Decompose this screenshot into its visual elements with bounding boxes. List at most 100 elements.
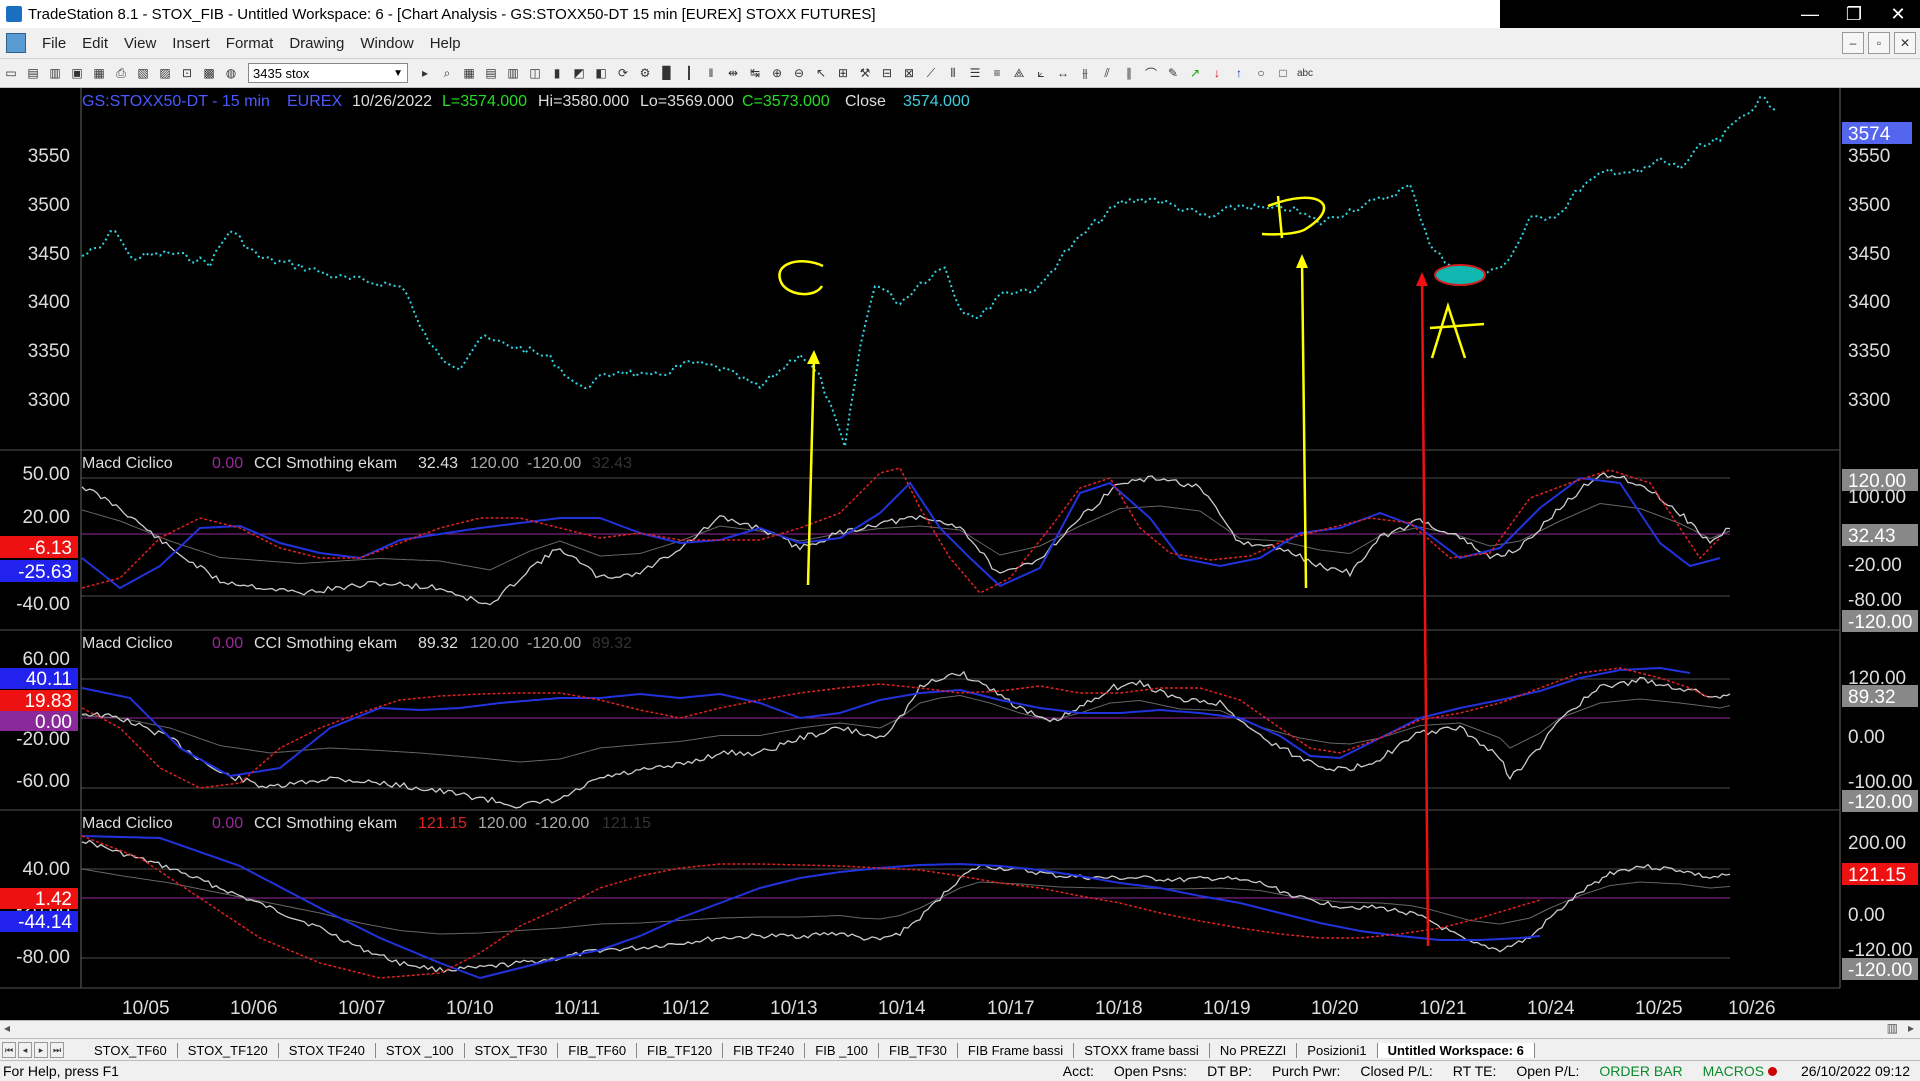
menu-help[interactable]: Help	[422, 35, 469, 52]
chart-analysis[interactable]: GS:STOXX50-DT - 15 min EUREX 10/26/2022 …	[0, 88, 1920, 1020]
bars-icon[interactable]: ┃	[680, 64, 698, 82]
chart-icon[interactable]: ◫	[526, 64, 544, 82]
close-button[interactable]: ✕	[1876, 0, 1920, 28]
mdi-restore-button[interactable]: ▫	[1868, 32, 1890, 54]
tab-stox-tf30[interactable]: STOX_TF30	[465, 1042, 559, 1058]
symbol-lookup-icon[interactable]: ⌕	[438, 64, 456, 82]
move-right-icon[interactable]: ↹	[746, 64, 764, 82]
pen-icon[interactable]: ✎	[1164, 64, 1182, 82]
menu-insert[interactable]: Insert	[164, 35, 218, 52]
scan-icon[interactable]: ◩	[570, 64, 588, 82]
tab-fib-tf120[interactable]: FIB_TF120	[637, 1042, 724, 1058]
arc-icon[interactable]: ⌒	[1142, 64, 1160, 82]
parallel-icon[interactable]: ∥	[1120, 64, 1138, 82]
tab-prev-icon[interactable]: ◂	[18, 1042, 32, 1058]
mdi-minimize-button[interactable]: –	[1842, 32, 1864, 54]
text-icon[interactable]: abc	[1296, 64, 1314, 82]
menu-format[interactable]: Format	[218, 35, 282, 52]
tab-last-icon[interactable]: ⏭	[50, 1042, 64, 1058]
tab-first-icon[interactable]: ⏮	[2, 1042, 16, 1058]
maximize-button[interactable]: ❐	[1832, 0, 1876, 28]
rectangle-icon[interactable]: □	[1274, 64, 1292, 82]
arrow-up-blue-icon[interactable]: ↑	[1230, 64, 1248, 82]
spreadsheet-icon[interactable]: ▥	[504, 64, 522, 82]
bar-chart-icon[interactable]: ▮	[548, 64, 566, 82]
globe-icon[interactable]: ◍	[222, 64, 240, 82]
tab-fib-frame-bassi[interactable]: FIB Frame bassi	[958, 1042, 1075, 1058]
print-icon[interactable]: ⎙	[112, 64, 130, 82]
tab-stox-tf120[interactable]: STOX_TF120	[178, 1042, 279, 1058]
menu-file[interactable]: File	[34, 35, 74, 52]
play-icon[interactable]: ▸	[416, 64, 434, 82]
toolbar: ▭ ▤ ▥ ▣ ▦ ⎙ ▧ ▨ ⊡ ▩ ◍ 3435 stox ▼ ▸ ⌕ ▦ …	[0, 59, 1920, 88]
copy-icon[interactable]: ▩	[200, 64, 218, 82]
print-preview-icon[interactable]: ▧	[134, 64, 152, 82]
status-acct: Acct:	[1062, 1063, 1094, 1079]
tab-stox-tf240[interactable]: STOX TF240	[279, 1042, 376, 1058]
indicator-value: 0.00	[212, 815, 243, 832]
arrow-line-icon[interactable]: ↔	[1054, 64, 1072, 82]
menu-edit[interactable]: Edit	[74, 35, 116, 52]
arrow-down-red-icon[interactable]: ↓	[1208, 64, 1226, 82]
table-icon[interactable]: ▤	[482, 64, 500, 82]
gann-icon[interactable]: ⟀	[1032, 64, 1050, 82]
tab-stox-100[interactable]: STOX _100	[376, 1042, 465, 1058]
trendline-icon[interactable]: ⟋	[922, 64, 940, 82]
tab-stox-tf60[interactable]: STOX_TF60	[84, 1042, 178, 1058]
zoom-out-icon[interactable]: ⊖	[790, 64, 808, 82]
tab-untitled-workspace-6[interactable]: Untitled Workspace: 6	[1377, 1042, 1535, 1058]
right-tick: 100.00	[1848, 487, 1906, 508]
tab-next-icon[interactable]: ▸	[34, 1042, 48, 1058]
tab-fib-100[interactable]: FIB _100	[805, 1042, 880, 1058]
pointer-icon[interactable]: ↖	[812, 64, 830, 82]
candle-icon[interactable]: ▉	[658, 64, 676, 82]
chevron-down-icon[interactable]: ▼	[393, 68, 407, 79]
channel-icon[interactable]: ≡	[988, 64, 1006, 82]
regression-icon[interactable]: ⫽	[1098, 64, 1116, 82]
settings-icon[interactable]: ⚙	[636, 64, 654, 82]
menu-view[interactable]: View	[116, 35, 164, 52]
zoom-in-icon[interactable]: ⊕	[768, 64, 786, 82]
menu-drawing[interactable]: Drawing	[281, 35, 352, 52]
macros-button[interactable]: MACROS	[1693, 1063, 1791, 1079]
ellipse-icon[interactable]: ○	[1252, 64, 1270, 82]
scroll-thumb-icon[interactable]: ▥	[1887, 1021, 1898, 1035]
arrow-up-green-icon[interactable]: ↗	[1186, 64, 1204, 82]
open-workspace-icon[interactable]: ▥	[46, 64, 64, 82]
tab-posizioni1[interactable]: Posizioni1	[1297, 1042, 1378, 1058]
strategy-icon[interactable]: ⊠	[900, 64, 918, 82]
open-icon[interactable]: ▤	[24, 64, 42, 82]
scroll-right-icon[interactable]: ▸	[1908, 1021, 1914, 1035]
tools-icon[interactable]: ⚒	[856, 64, 874, 82]
order-bar-button[interactable]: ORDER BAR	[1589, 1063, 1692, 1079]
mdi-close-button[interactable]: ✕	[1894, 32, 1916, 54]
lock-icon[interactable]: ⊡	[178, 64, 196, 82]
symbol-combo[interactable]: 3435 stox ▼	[248, 63, 408, 83]
tab-fib-tf60[interactable]: FIB_TF60	[558, 1042, 638, 1058]
layout-icon[interactable]: ◧	[592, 64, 610, 82]
tab-no-prezzi[interactable]: No PREZZI	[1210, 1042, 1298, 1058]
save-icon[interactable]: ▣	[68, 64, 86, 82]
new-icon[interactable]: ▭	[2, 64, 20, 82]
tab-stoxx-frame-bassi[interactable]: STOXX frame bassi	[1074, 1042, 1210, 1058]
indicator-icon[interactable]: ⊟	[878, 64, 896, 82]
window-icon[interactable]: ▨	[156, 64, 174, 82]
tab-fib-tf30[interactable]: FIB_TF30	[879, 1042, 958, 1058]
fan-icon[interactable]: ⟁	[1010, 64, 1028, 82]
minimize-button[interactable]: —	[1788, 0, 1832, 28]
folder-icon[interactable]: ▦	[90, 64, 108, 82]
scroll-left-icon[interactable]: ◂	[4, 1021, 10, 1035]
order-icon[interactable]: ‖	[702, 64, 720, 82]
menu-window[interactable]: Window	[352, 35, 421, 52]
speed-lines-icon[interactable]: ⫵	[1076, 64, 1094, 82]
fib-lines-icon[interactable]: ⫴	[944, 64, 962, 82]
tab-fib-tf240[interactable]: FIB TF240	[723, 1042, 806, 1058]
chart-window-icon[interactable]	[6, 33, 26, 53]
grid-icon[interactable]: ▦	[460, 64, 478, 82]
data-window-icon[interactable]: ⊞	[834, 64, 852, 82]
pane-2-header: Macd Ciclico 0.00 CCI Smothing ekam 89.3…	[82, 635, 632, 652]
horizontal-lines-icon[interactable]: ☰	[966, 64, 984, 82]
horizontal-scrollbar[interactable]: ◂ ▥ ▸	[0, 1020, 1920, 1039]
refresh-icon[interactable]: ⟳	[614, 64, 632, 82]
move-left-icon[interactable]: ⇹	[724, 64, 742, 82]
